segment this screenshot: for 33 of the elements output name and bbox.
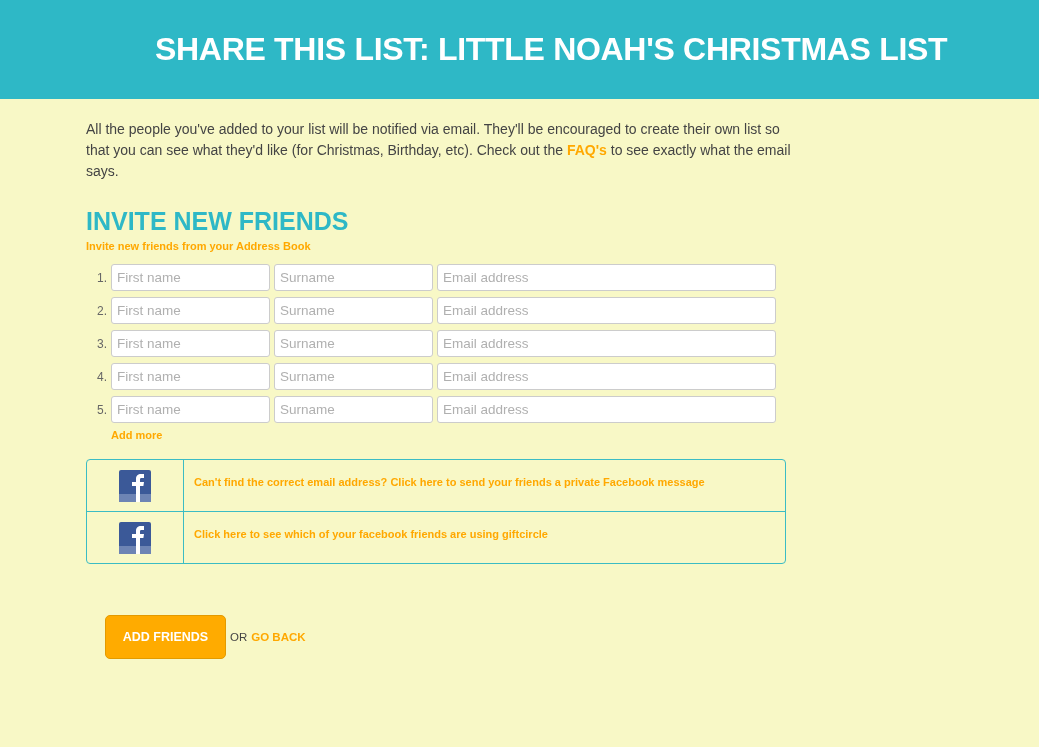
email-field[interactable]: Email address	[437, 330, 776, 357]
email-field[interactable]: Email address	[437, 264, 776, 291]
surname-field[interactable]: Surname	[274, 264, 433, 291]
first-name-field[interactable]: First name	[111, 396, 270, 423]
first-name-field[interactable]: First name	[111, 330, 270, 357]
first-name-field[interactable]: First name	[111, 264, 270, 291]
row-number: 4.	[96, 369, 107, 384]
email-field[interactable]: Email address	[437, 297, 776, 324]
facebook-option-link[interactable]: Can't find the correct email address? Click here to send your friends a private Facebook message	[194, 476, 705, 488]
row-number: 3.	[96, 336, 107, 351]
first-name-field[interactable]: First name	[111, 297, 270, 324]
add-more-link[interactable]: Add more	[111, 429, 163, 441]
surname-field[interactable]: Surname	[274, 396, 433, 423]
f-logo-icon	[119, 469, 151, 502]
first-name-field[interactable]: First name	[111, 363, 270, 390]
surname-field[interactable]: Surname	[274, 297, 433, 324]
facebook-option-link[interactable]: Click here to see which of your facebook friends are using giftcircle	[194, 528, 548, 540]
surname-field[interactable]: Surname	[274, 363, 433, 390]
intro-paragraph: All the people you've added to your list will be notified via email. They'll be encouraged to create their own list so that you can see what they'd like (for Christmas, Birthday, etc). Check out the FAQ's to see exactly what the email says.	[86, 120, 791, 181]
address-book-link[interactable]: Invite new friends from your Address Book	[86, 240, 311, 252]
section-heading: INVITE NEW FRIENDS	[86, 206, 349, 236]
go-back-link[interactable]: GO BACK	[251, 631, 306, 643]
page-title: SHARE THIS LIST: LITTLE NOAH'S CHRISTMAS LIST	[155, 31, 948, 68]
email-field[interactable]: Email address	[437, 363, 776, 390]
f-logo-icon	[119, 521, 151, 554]
surname-field[interactable]: Surname	[274, 330, 433, 357]
row-number: 2.	[96, 303, 107, 318]
or-separator: OR	[230, 631, 248, 643]
add-friends-button[interactable]: ADD FRIENDS	[105, 615, 226, 659]
faq-link[interactable]: FAQ's	[566, 142, 607, 158]
email-field[interactable]: Email address	[437, 396, 776, 423]
row-number: 5.	[96, 402, 107, 417]
row-number: 1.	[96, 270, 107, 285]
